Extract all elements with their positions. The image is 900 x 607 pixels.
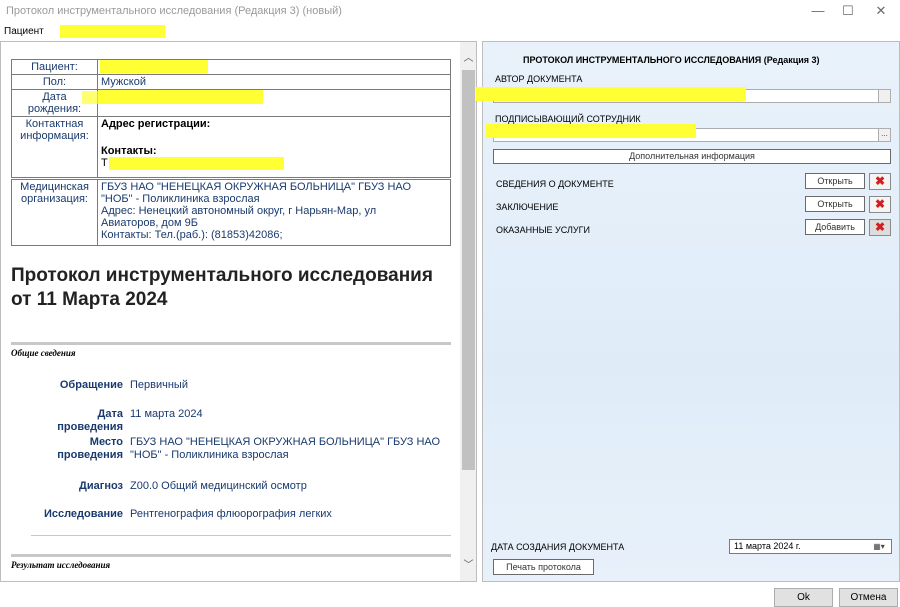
- signer-label: ПОДПИСЫВАЮЩИЙ СОТРУДНИК: [495, 114, 641, 124]
- research-value: Рентгенография флюорография легких: [130, 508, 332, 520]
- org-label: Медицинская организация:: [11, 179, 98, 246]
- maximize-button[interactable]: ☐: [833, 2, 863, 20]
- calendar-dropdown-icon[interactable]: ▦▾: [869, 541, 889, 552]
- patient-value: [97, 59, 451, 75]
- protocol-form-panel: ПРОТОКОЛ ИНСТРУМЕНТАЛЬНОГО ИССЛЕДОВАНИЯ …: [476, 41, 900, 582]
- sex-value: Мужской: [97, 74, 451, 90]
- scroll-down-icon[interactable]: ﹀: [460, 557, 476, 574]
- place-label: Место проведения: [57, 436, 123, 461]
- patient-label: Пациент:: [11, 59, 98, 75]
- ok-button[interactable]: Ok: [774, 588, 833, 607]
- menu-patient[interactable]: Пациент: [4, 26, 44, 37]
- author-field[interactable]: [476, 87, 891, 103]
- title-bar: Протокол инструментального исследования …: [0, 0, 900, 22]
- date-created-label: ДАТА СОЗДАНИЯ ДОКУМЕНТА: [491, 542, 625, 552]
- conclusion-label: ЗАКЛЮЧЕНИЕ: [496, 202, 559, 212]
- date-created-picker[interactable]: 11 марта 2024 г. ▦▾: [729, 539, 892, 554]
- signer-picker-button[interactable]: ...: [878, 129, 890, 141]
- contacts-sub-label: Контакты:: [101, 145, 157, 157]
- cancel-button[interactable]: Отмена: [839, 588, 898, 607]
- date-value: 11 марта 2024: [130, 408, 203, 420]
- diagnosis-value: Z00.0 Общий медицинский осмотр: [130, 480, 307, 492]
- doc-info-open-button[interactable]: Открыть: [805, 173, 865, 189]
- patient-info-table: Пациент: Пол: Мужской Дата рождения: Кон…: [11, 59, 451, 178]
- org-value: ГБУЗ НАО "НЕНЕЦКАЯ ОКРУЖНАЯ БОЛЬНИЦА" ГБ…: [97, 179, 451, 246]
- conclusion-delete-icon[interactable]: ✖: [869, 196, 891, 213]
- doc-info-label: СВЕДЕНИЯ О ДОКУМЕНТЕ: [496, 179, 614, 189]
- conclusion-open-button[interactable]: Открыть: [805, 196, 865, 212]
- author-picker-button[interactable]: [878, 90, 890, 102]
- birth-label: Дата рождения:: [11, 89, 100, 117]
- appeal-label: Обращение: [59, 379, 123, 391]
- close-button[interactable]: ✕: [866, 2, 896, 20]
- diagnosis-label: Диагноз: [79, 480, 123, 492]
- contacts-label: Контактная информация:: [11, 116, 98, 178]
- date-label: Дата проведения: [57, 408, 123, 433]
- section-divider: [31, 535, 451, 536]
- contacts-phone: Т: [101, 157, 447, 170]
- protocol-title: Протокол инструментального исследования …: [11, 265, 433, 310]
- appeal-value: Первичный: [130, 379, 188, 391]
- reg-address-label: Адрес регистрации:: [101, 118, 211, 130]
- sex-label: Пол:: [11, 74, 98, 90]
- signer-field[interactable]: ...: [486, 124, 891, 142]
- services-add-button[interactable]: Добавить: [805, 219, 865, 235]
- services-label: ОКАЗАННЫЕ УСЛУГИ: [496, 225, 590, 235]
- form-title: ПРОТОКОЛ ИНСТРУМЕНТАЛЬНОГО ИССЛЕДОВАНИЯ …: [523, 55, 820, 65]
- menu-bar: Пациент: [0, 22, 900, 41]
- document-preview-panel: Пациент: Пол: Мужской Дата рождения: Кон…: [0, 41, 477, 582]
- services-delete-icon[interactable]: ✖: [869, 219, 891, 236]
- research-label: Исследование: [43, 508, 123, 520]
- minimize-button[interactable]: —: [803, 2, 833, 20]
- author-redaction: [476, 87, 746, 101]
- birth-value: [97, 89, 451, 117]
- document-scrollbar[interactable]: ︿ ﹀: [460, 42, 476, 581]
- dialog-footer: Ok Отмена: [0, 582, 900, 607]
- scroll-up-icon[interactable]: ︿: [460, 50, 476, 67]
- doc-info-delete-icon[interactable]: ✖: [869, 173, 891, 190]
- organization-table: Медицинская организация: ГБУЗ НАО "НЕНЕЦК…: [11, 179, 451, 246]
- section-general-header: Общие сведения: [11, 342, 451, 358]
- redaction-highlight: [60, 25, 165, 38]
- document-view: Пациент: Пол: Мужской Дата рождения: Кон…: [1, 42, 460, 581]
- date-created-value: 11 марта 2024 г.: [734, 541, 801, 551]
- contacts-value: Адрес регистрации: Контакты: Т: [97, 116, 451, 178]
- extra-info-button[interactable]: Дополнительная информация: [493, 149, 891, 164]
- print-protocol-button[interactable]: Печать протокола: [493, 559, 594, 575]
- scroll-thumb[interactable]: [462, 70, 475, 470]
- place-value: ГБУЗ НАО "НЕНЕЦКАЯ ОКРУЖНАЯ БОЛЬНИЦА" ГБ…: [130, 436, 441, 461]
- signer-redaction: [486, 124, 696, 138]
- author-label: АВТОР ДОКУМЕНТА: [495, 74, 583, 84]
- section-result-header: Результат исследования: [11, 554, 451, 570]
- window-title: Протокол инструментального исследования …: [6, 5, 342, 17]
